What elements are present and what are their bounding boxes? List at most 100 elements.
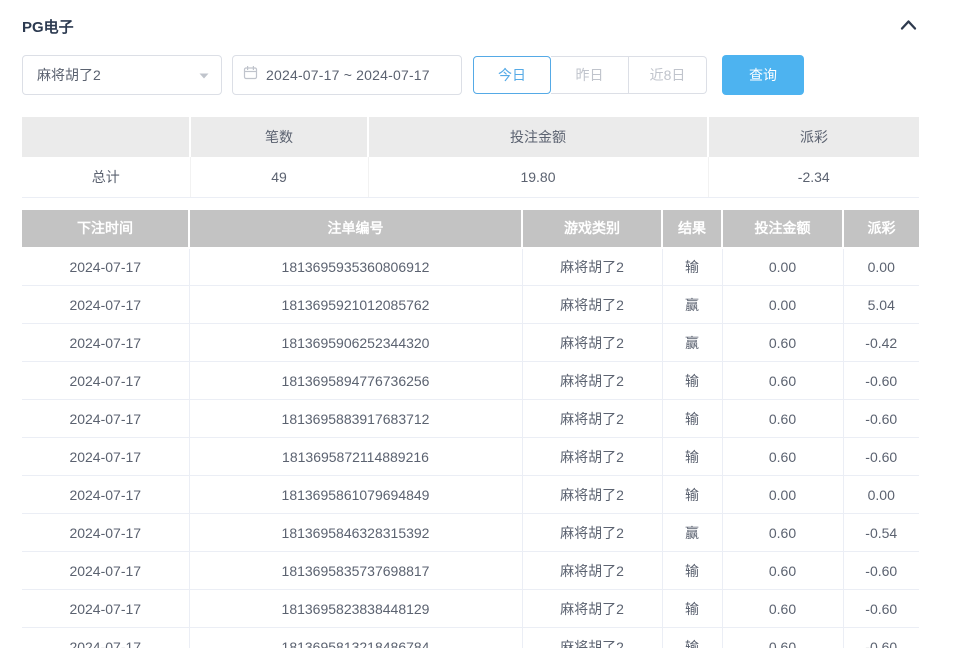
payout-cell: -0.42 bbox=[843, 324, 919, 362]
header-game-category: 游戏类别 bbox=[522, 210, 662, 248]
header-bet-time: 下注时间 bbox=[22, 210, 189, 248]
result-cell: 输 bbox=[662, 248, 722, 286]
payout-cell: -0.60 bbox=[843, 400, 919, 438]
bet-id-cell: 1813695921012085762 bbox=[189, 286, 522, 324]
result-cell: 赢 bbox=[662, 514, 722, 552]
bet-time-cell: 2024-07-17 bbox=[22, 628, 189, 648]
table-row: 2024-07-17 1813695935360806912 麻将胡了2 输 0… bbox=[22, 248, 919, 286]
bet-id-cell: 1813695883917683712 bbox=[189, 400, 522, 438]
table-row: 2024-07-17 1813695894776736256 麻将胡了2 输 0… bbox=[22, 362, 919, 400]
summary-bet-amount-value: 19.80 bbox=[368, 157, 708, 197]
bet-time-cell: 2024-07-17 bbox=[22, 286, 189, 324]
game-category-cell: 麻将胡了2 bbox=[522, 438, 662, 476]
bet-amount-cell: 0.00 bbox=[722, 476, 843, 514]
bet-id-cell: 1813695872114889216 bbox=[189, 438, 522, 476]
bet-id-cell: 1813695935360806912 bbox=[189, 248, 522, 286]
pg-game-records-panel: PG电子 麻将胡了2 2024-07-17 ~ 2024-0 bbox=[0, 0, 941, 648]
bet-time-cell: 2024-07-17 bbox=[22, 590, 189, 628]
summary-payout-value: -2.34 bbox=[708, 157, 919, 197]
header-bet-amount: 投注金额 bbox=[722, 210, 843, 248]
bet-amount-cell: 0.00 bbox=[722, 286, 843, 324]
search-button[interactable]: 查询 bbox=[722, 55, 804, 95]
game-category-cell: 麻将胡了2 bbox=[522, 400, 662, 438]
date-range-value: 2024-07-17 ~ 2024-07-17 bbox=[266, 67, 430, 83]
table-row: 2024-07-17 1813695813218486784 麻将胡了2 输 0… bbox=[22, 628, 919, 648]
panel-header: PG电子 bbox=[22, 14, 919, 38]
page-title: PG电子 bbox=[22, 16, 74, 37]
table-row: 2024-07-17 1813695921012085762 麻将胡了2 赢 0… bbox=[22, 286, 919, 324]
header-bet-id: 注单编号 bbox=[189, 210, 522, 248]
bet-id-cell: 1813695813218486784 bbox=[189, 628, 522, 648]
bet-time-cell: 2024-07-17 bbox=[22, 400, 189, 438]
caret-down-icon bbox=[199, 66, 209, 84]
summary-header-count: 笔数 bbox=[190, 117, 368, 157]
bet-amount-cell: 0.00 bbox=[722, 248, 843, 286]
payout-cell: -0.60 bbox=[843, 590, 919, 628]
bet-id-cell: 1813695861079694849 bbox=[189, 476, 522, 514]
game-category-cell: 麻将胡了2 bbox=[522, 628, 662, 648]
bet-amount-cell: 0.60 bbox=[722, 590, 843, 628]
summary-table: 笔数 投注金额 派彩 总计 49 19.80 -2.34 bbox=[22, 117, 919, 198]
result-cell: 输 bbox=[662, 400, 722, 438]
result-cell: 输 bbox=[662, 476, 722, 514]
payout-cell: 0.00 bbox=[843, 248, 919, 286]
game-category-cell: 麻将胡了2 bbox=[522, 248, 662, 286]
summary-header-blank bbox=[22, 117, 190, 157]
bet-time-cell: 2024-07-17 bbox=[22, 552, 189, 590]
summary-header-payout: 派彩 bbox=[708, 117, 919, 157]
game-category-cell: 麻将胡了2 bbox=[522, 476, 662, 514]
bet-table-header-row: 下注时间 注单编号 游戏类别 结果 投注金额 派彩 bbox=[22, 210, 919, 248]
result-cell: 输 bbox=[662, 552, 722, 590]
summary-total-row: 总计 49 19.80 -2.34 bbox=[22, 157, 919, 197]
yesterday-button[interactable]: 昨日 bbox=[551, 56, 629, 94]
game-category-cell: 麻将胡了2 bbox=[522, 590, 662, 628]
result-cell: 输 bbox=[662, 362, 722, 400]
game-select[interactable]: 麻将胡了2 bbox=[22, 55, 222, 95]
header-result: 结果 bbox=[662, 210, 722, 248]
result-cell: 赢 bbox=[662, 286, 722, 324]
header-payout: 派彩 bbox=[843, 210, 919, 248]
bet-amount-cell: 0.60 bbox=[722, 438, 843, 476]
payout-cell: -0.60 bbox=[843, 438, 919, 476]
game-category-cell: 麻将胡了2 bbox=[522, 362, 662, 400]
bet-amount-cell: 0.60 bbox=[722, 514, 843, 552]
bet-time-cell: 2024-07-17 bbox=[22, 248, 189, 286]
payout-cell: -0.60 bbox=[843, 628, 919, 648]
bet-amount-cell: 0.60 bbox=[722, 628, 843, 648]
bet-amount-cell: 0.60 bbox=[722, 400, 843, 438]
quick-date-button-group: 今日 昨日 近8日 bbox=[473, 56, 707, 94]
game-category-cell: 麻将胡了2 bbox=[522, 552, 662, 590]
summary-count-value: 49 bbox=[190, 157, 368, 197]
bet-amount-cell: 0.60 bbox=[722, 362, 843, 400]
table-row: 2024-07-17 1813695872114889216 麻将胡了2 输 0… bbox=[22, 438, 919, 476]
result-cell: 赢 bbox=[662, 324, 722, 362]
table-row: 2024-07-17 1813695846328315392 麻将胡了2 赢 0… bbox=[22, 514, 919, 552]
game-category-cell: 麻将胡了2 bbox=[522, 286, 662, 324]
payout-cell: -0.60 bbox=[843, 552, 919, 590]
game-select-value: 麻将胡了2 bbox=[37, 65, 101, 85]
payout-cell: -0.54 bbox=[843, 514, 919, 552]
result-cell: 输 bbox=[662, 628, 722, 648]
date-range-input[interactable]: 2024-07-17 ~ 2024-07-17 bbox=[232, 55, 462, 95]
chevron-up-icon bbox=[899, 18, 918, 35]
table-row: 2024-07-17 1813695823838448129 麻将胡了2 输 0… bbox=[22, 590, 919, 628]
last-8-days-button[interactable]: 近8日 bbox=[629, 56, 707, 94]
table-row: 2024-07-17 1813695861079694849 麻将胡了2 输 0… bbox=[22, 476, 919, 514]
bet-time-cell: 2024-07-17 bbox=[22, 438, 189, 476]
calendar-icon bbox=[243, 65, 258, 85]
table-row: 2024-07-17 1813695906252344320 麻将胡了2 赢 0… bbox=[22, 324, 919, 362]
payout-cell: -0.60 bbox=[843, 362, 919, 400]
game-category-cell: 麻将胡了2 bbox=[522, 324, 662, 362]
bet-id-cell: 1813695846328315392 bbox=[189, 514, 522, 552]
today-button[interactable]: 今日 bbox=[473, 56, 551, 94]
bet-time-cell: 2024-07-17 bbox=[22, 476, 189, 514]
bet-id-cell: 1813695835737698817 bbox=[189, 552, 522, 590]
bet-id-cell: 1813695823838448129 bbox=[189, 590, 522, 628]
bet-time-cell: 2024-07-17 bbox=[22, 324, 189, 362]
bet-amount-cell: 0.60 bbox=[722, 324, 843, 362]
collapse-panel-button[interactable] bbox=[897, 15, 919, 37]
filter-bar: 麻将胡了2 2024-07-17 ~ 2024-07-17 今日 昨日 近8日 … bbox=[22, 55, 919, 95]
payout-cell: 0.00 bbox=[843, 476, 919, 514]
bet-time-cell: 2024-07-17 bbox=[22, 362, 189, 400]
result-cell: 输 bbox=[662, 438, 722, 476]
